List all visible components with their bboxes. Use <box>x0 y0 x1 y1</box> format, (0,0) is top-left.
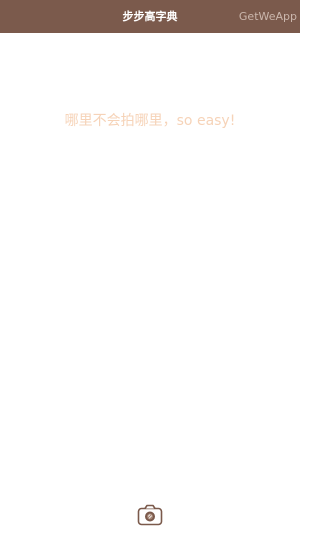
camera-icon <box>137 504 163 526</box>
slogan-text: 哪里不会拍哪里，so easy! <box>64 113 236 129</box>
watermark-text: GetWeApp <box>238 10 297 23</box>
header-bar: 步步高字典 GetWeApp <box>0 0 300 33</box>
camera-button[interactable] <box>137 504 163 526</box>
